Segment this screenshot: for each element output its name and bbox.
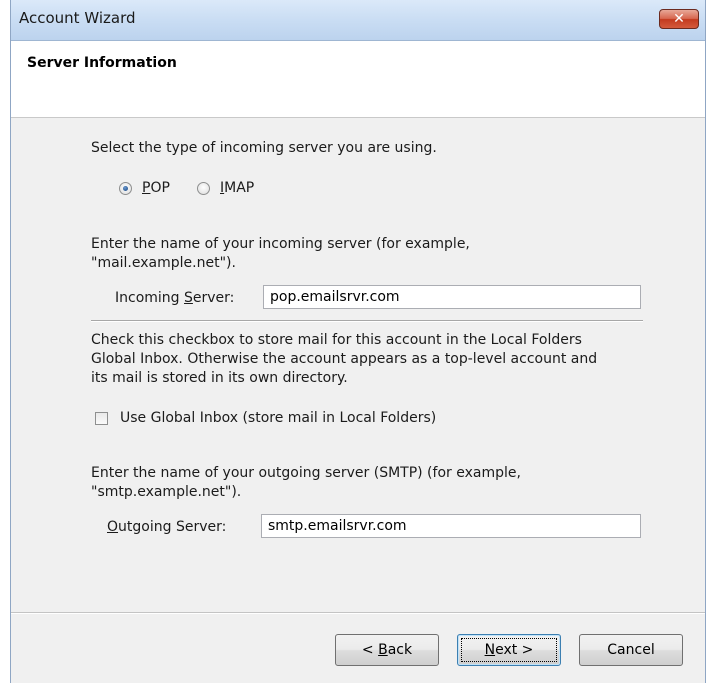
pop-radio[interactable] bbox=[119, 182, 132, 195]
imap-radio[interactable] bbox=[197, 182, 210, 195]
global-inbox-checkbox[interactable] bbox=[95, 412, 108, 425]
incoming-instructions-line1: Enter the name of your incoming server (… bbox=[91, 236, 470, 252]
server-type-prompt: Select the type of incoming server you a… bbox=[91, 140, 437, 156]
cancel-button[interactable]: Cancel bbox=[579, 634, 683, 666]
close-icon: ✕ bbox=[673, 11, 685, 27]
next-button[interactable]: Next > bbox=[457, 634, 561, 666]
wizard-header: Server Information bbox=[11, 41, 705, 118]
footer-separator bbox=[11, 612, 705, 614]
outgoing-server-label: Outgoing Server: bbox=[107, 519, 227, 535]
global-inbox-checkbox-label[interactable]: Use Global Inbox (store mail in Local Fo… bbox=[120, 408, 436, 428]
incoming-server-input[interactable]: pop.emailsrvr.com bbox=[263, 285, 641, 309]
pop-radio-label[interactable]: POP bbox=[142, 178, 170, 198]
global-inbox-description-line3: its mail is stored in its own directory. bbox=[91, 370, 348, 386]
incoming-instructions-line2: "mail.example.net"). bbox=[91, 255, 236, 271]
wizard-content: Select the type of incoming server you a… bbox=[11, 118, 705, 683]
section-separator bbox=[91, 320, 643, 322]
window-title: Account Wizard bbox=[19, 9, 136, 27]
outgoing-server-input[interactable]: smtp.emailsrvr.com bbox=[261, 514, 641, 538]
focus-rectangle bbox=[461, 638, 557, 662]
close-button[interactable]: ✕ bbox=[659, 9, 699, 29]
global-inbox-description-line1: Check this checkbox to store mail for th… bbox=[91, 332, 582, 348]
global-inbox-description-line2: Global Inbox. Otherwise the account appe… bbox=[91, 351, 598, 367]
page-title: Server Information bbox=[27, 55, 177, 71]
back-button[interactable]: < Back bbox=[335, 634, 439, 666]
incoming-server-label: Incoming Server: bbox=[115, 290, 235, 306]
account-wizard-window: Account Wizard ✕ Server Information Sele… bbox=[10, 0, 706, 683]
outgoing-instructions-line2: "smtp.example.net"). bbox=[91, 484, 242, 500]
outgoing-instructions-line1: Enter the name of your outgoing server (… bbox=[91, 465, 521, 481]
title-bar[interactable]: Account Wizard ✕ bbox=[11, 0, 705, 41]
imap-radio-label[interactable]: IMAP bbox=[220, 178, 254, 198]
